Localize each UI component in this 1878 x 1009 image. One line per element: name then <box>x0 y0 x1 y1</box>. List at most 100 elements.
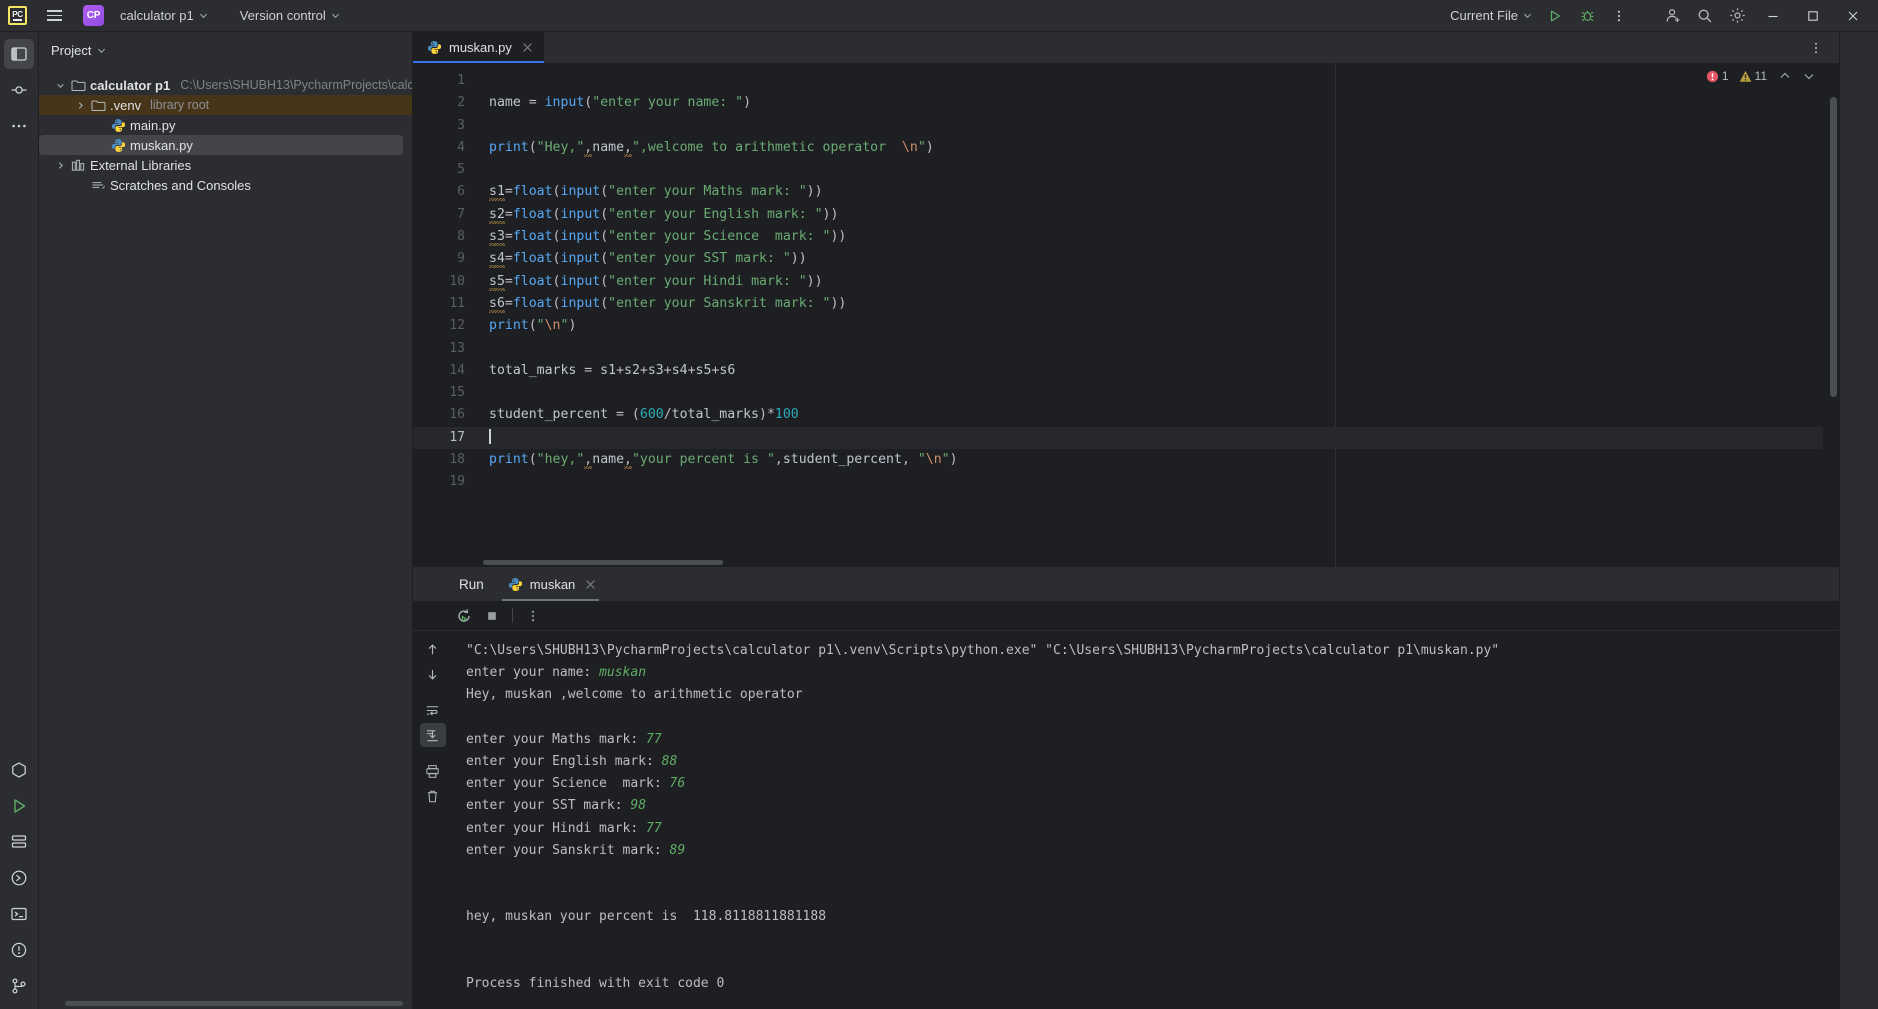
project-selector[interactable]: calculator p1 <box>114 5 214 26</box>
tree-node-venv[interactable]: .venv library root <box>39 95 412 115</box>
line-number[interactable]: 2 <box>413 92 475 114</box>
code-line[interactable] <box>475 382 1839 404</box>
tree-node-external-libraries[interactable]: External Libraries <box>39 155 412 175</box>
code-line[interactable]: s6=float(input("enter your Sanskrit mark… <box>475 293 1839 315</box>
line-number[interactable]: 6 <box>413 181 475 203</box>
services-icon[interactable] <box>4 827 34 857</box>
code-editor[interactable]: 1 2 3 4 5 6 7 8 9 10 11 12 13 14 15 16 17 18 19 name = inp… <box>413 63 1839 567</box>
code-line[interactable]: print("\n") <box>475 315 1839 337</box>
line-number[interactable]: 18 <box>413 449 475 471</box>
code-line[interactable] <box>475 159 1839 181</box>
line-number[interactable]: 16 <box>413 404 475 426</box>
more-tool-windows-icon[interactable] <box>4 111 34 141</box>
chevron-down-icon <box>331 13 339 19</box>
maximize-icon[interactable] <box>1794 0 1832 32</box>
soft-wrap-icon[interactable] <box>420 698 446 722</box>
account-icon[interactable] <box>1658 3 1688 29</box>
tree-node-muskan-py[interactable]: muskan.py <box>39 135 403 155</box>
line-number[interactable]: 15 <box>413 382 475 404</box>
settings-icon[interactable] <box>1722 3 1752 29</box>
line-number[interactable]: 14 <box>413 360 475 382</box>
version-control-menu[interactable]: Version control <box>234 5 346 26</box>
line-number[interactable]: 7 <box>413 204 475 226</box>
line-number[interactable]: 1 <box>413 70 475 92</box>
line-number[interactable]: 4 <box>413 137 475 159</box>
console-output[interactable]: "C:\Users\SHUBH13\PycharmProjects\calcul… <box>452 631 1839 1009</box>
line-number[interactable]: 5 <box>413 159 475 181</box>
project-panel-title[interactable]: Project <box>51 43 91 58</box>
search-icon[interactable] <box>1690 3 1720 29</box>
line-number[interactable]: 17 <box>413 426 475 450</box>
code-token: ( <box>552 229 561 245</box>
code-line[interactable]: s3=float(input("enter your Science mark:… <box>475 226 1839 248</box>
warning-count-badge[interactable]: 11 <box>1739 69 1767 83</box>
error-count-badge[interactable]: 1 <box>1706 69 1729 83</box>
code-line[interactable] <box>475 338 1839 360</box>
version-control-icon[interactable] <box>4 971 34 1001</box>
line-number[interactable]: 10 <box>413 271 475 293</box>
chevron-right-icon[interactable] <box>53 158 67 172</box>
code-line[interactable]: s2=float(input("enter your English mark:… <box>475 204 1839 226</box>
next-problem-icon[interactable] <box>1803 70 1815 82</box>
tree-node-scratches-and-consoles[interactable]: Scratches and Consoles <box>39 175 412 195</box>
rerun-icon[interactable] <box>451 604 477 628</box>
debug-icon[interactable] <box>1572 3 1602 29</box>
code-line[interactable] <box>475 70 1839 92</box>
code-line[interactable] <box>475 471 1839 493</box>
editor-horizontal-scrollbar[interactable] <box>483 560 723 565</box>
code-line[interactable]: s5=float(input("enter your Hindi mark: "… <box>475 271 1839 293</box>
minimize-icon[interactable] <box>1754 0 1792 32</box>
line-number[interactable]: 13 <box>413 338 475 360</box>
code-line[interactable]: print("Hey,",name,",welcome to arithmeti… <box>475 137 1839 159</box>
chevron-down-icon[interactable] <box>97 46 106 55</box>
run-configuration-selector[interactable]: Current File <box>1444 5 1538 26</box>
scroll-down-icon[interactable] <box>420 662 446 686</box>
line-number[interactable]: 9 <box>413 248 475 270</box>
editor-vertical-scrollbar[interactable] <box>1830 97 1837 397</box>
chevron-right-icon[interactable] <box>73 98 87 112</box>
previous-problem-icon[interactable] <box>1779 70 1791 82</box>
code-line[interactable]: name = input("enter your name: ") <box>475 92 1839 114</box>
scroll-up-icon[interactable] <box>420 637 446 661</box>
editor-options-icon[interactable] <box>1801 35 1831 61</box>
code-line[interactable] <box>475 115 1839 137</box>
line-number[interactable]: 8 <box>413 226 475 248</box>
line-number[interactable]: 19 <box>413 471 475 493</box>
clear-all-icon[interactable] <box>420 784 446 808</box>
code-line[interactable]: s1=float(input("enter your Maths mark: "… <box>475 181 1839 203</box>
run-icon[interactable] <box>1540 3 1570 29</box>
hamburger-menu-icon[interactable] <box>43 5 65 27</box>
commit-tool-icon[interactable] <box>4 75 34 105</box>
print-icon[interactable] <box>420 759 446 783</box>
run-tab-muskan[interactable]: muskan <box>494 568 608 601</box>
code-text[interactable]: name = input("enter your name: ") print("… <box>475 63 1839 494</box>
more-actions-icon[interactable] <box>1604 3 1634 29</box>
tree-node-calculator-p1[interactable]: calculator p1 C:\Users\SHUBH13\PycharmPr… <box>39 75 412 95</box>
run-tool-icon[interactable] <box>4 791 34 821</box>
code-surface[interactable]: name = input("enter your name: ") print("… <box>475 63 1839 567</box>
code-line[interactable]: s4=float(input("enter your SST mark: ")) <box>475 248 1839 270</box>
code-token: print <box>489 139 529 155</box>
scroll-to-end-icon[interactable] <box>419 723 446 747</box>
line-number[interactable]: 12 <box>413 315 475 337</box>
python-console-icon[interactable] <box>4 863 34 893</box>
code-line[interactable]: total_marks = s1+s2+s3+s4+s5+s6 <box>475 360 1839 382</box>
line-number[interactable]: 11 <box>413 293 475 315</box>
problems-icon[interactable] <box>4 935 34 965</box>
code-line[interactable]: print("hey,",name,"your percent is ",stu… <box>475 449 1839 471</box>
python-packages-icon[interactable] <box>4 755 34 785</box>
project-tool-icon[interactable] <box>4 39 34 69</box>
chevron-down-icon[interactable] <box>53 78 67 92</box>
terminal-icon[interactable] <box>4 899 34 929</box>
line-number[interactable]: 3 <box>413 115 475 137</box>
code-line[interactable] <box>475 426 1839 450</box>
code-line[interactable]: student_percent = (600/total_marks)*100 <box>475 404 1839 426</box>
close-tab-icon[interactable] <box>521 41 534 54</box>
tree-node-main-py[interactable]: main.py <box>39 115 412 135</box>
stop-icon[interactable] <box>479 604 505 628</box>
more-options-icon[interactable] <box>520 604 546 628</box>
editor-tab-muskan-py[interactable]: muskan.py <box>413 32 544 63</box>
project-panel-scrollbar[interactable] <box>65 1001 403 1006</box>
close-tab-icon[interactable] <box>584 578 597 591</box>
close-icon[interactable] <box>1834 0 1872 32</box>
